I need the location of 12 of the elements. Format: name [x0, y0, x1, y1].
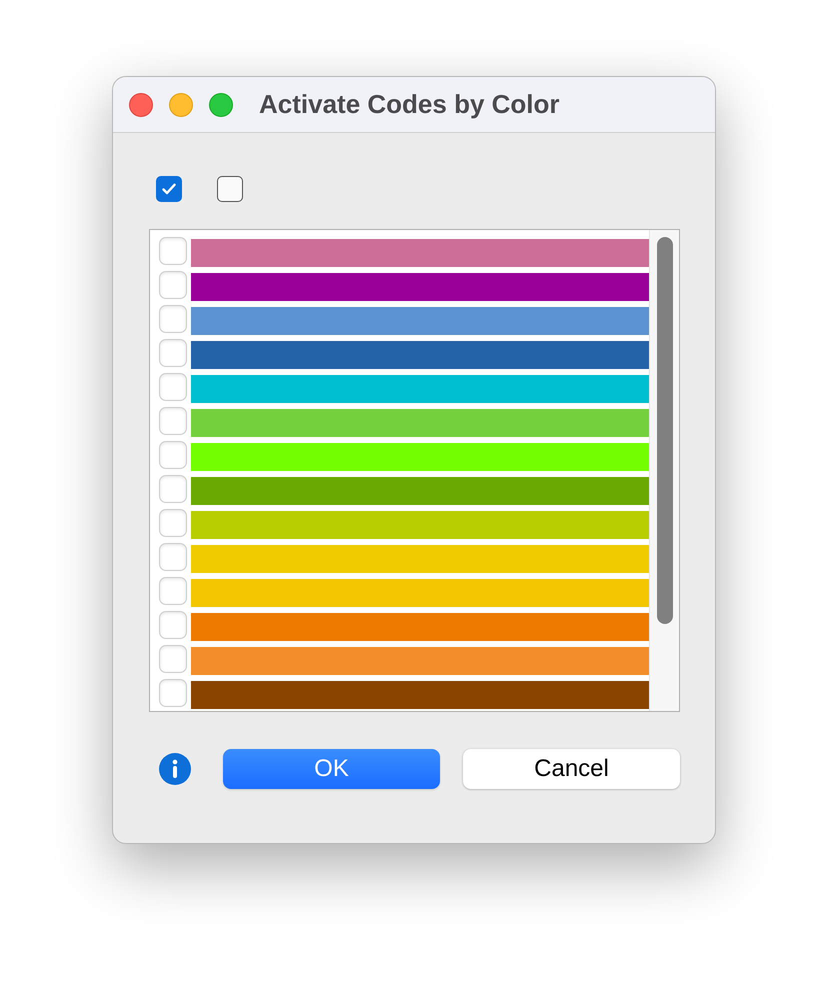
minimize-button[interactable]	[169, 92, 193, 116]
zoom-button[interactable]	[209, 92, 233, 116]
button[interactable]: Cancel	[463, 749, 680, 789]
scrollbar-thumb[interactable]	[656, 237, 672, 624]
checkbox[interactable]	[156, 176, 182, 202]
scrollbar-track[interactable]	[649, 230, 679, 711]
primary-button[interactable]: OK	[223, 749, 440, 789]
checkmark-icon	[162, 182, 176, 194]
info-icon[interactable]	[159, 753, 191, 785]
close-button[interactable]	[129, 92, 153, 116]
checkbox[interactable]	[217, 176, 243, 202]
window-title: Activate Codes by Color	[259, 88, 560, 121]
